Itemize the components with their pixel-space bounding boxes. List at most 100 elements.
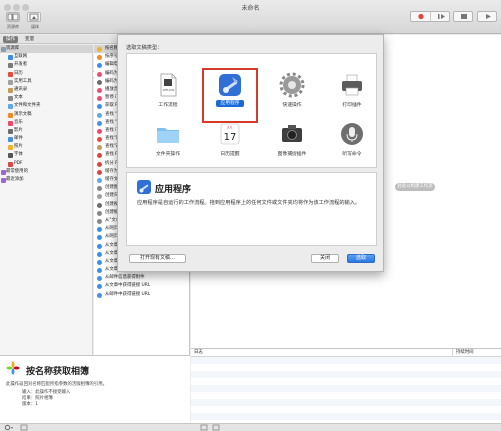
tab-variables[interactable]: 变量	[22, 36, 37, 43]
sidebar-item-category[interactable]: 音乐	[0, 119, 92, 127]
action-list-item[interactable]: 从文章中获得链接 URL	[94, 282, 189, 290]
stop-icon	[461, 14, 467, 19]
action-icon	[97, 227, 102, 233]
sidebar-item-category[interactable]: 文件和文件夹	[0, 102, 92, 110]
action-icon	[97, 71, 102, 77]
workflow-doc-icon: WFLOW	[160, 73, 177, 97]
application-icon	[137, 180, 151, 194]
action-list-item[interactable]: 从邮件中获得链接 URL	[94, 291, 189, 299]
action-icon	[97, 202, 102, 208]
action-icon	[97, 47, 102, 52]
sidebar-item-category[interactable]: 最常使用的	[0, 168, 92, 176]
category-label: 照片	[14, 144, 23, 150]
tab-actions[interactable]: 操作	[3, 36, 19, 43]
sidebar-item-category[interactable]: 日历	[0, 70, 92, 78]
type-dictation-command[interactable]: 听写命令	[326, 117, 378, 169]
action-icon	[97, 178, 102, 183]
category-label: 影片	[14, 127, 23, 133]
info-toggle-icon[interactable]	[20, 424, 28, 431]
log-column-header[interactable]: 日志	[194, 349, 203, 357]
action-list-item[interactable]: 从邮件信息获得附件	[94, 274, 189, 282]
action-icon	[97, 96, 102, 102]
media-button[interactable]	[27, 12, 41, 22]
category-icon	[8, 104, 13, 110]
action-label: 从文章中获得链接 URL	[105, 283, 151, 289]
library-toggle-button[interactable]	[6, 12, 20, 22]
printer-icon	[342, 74, 362, 96]
sidebar-item-category[interactable]: 演示文稿	[0, 111, 92, 119]
open-existing-button[interactable]: 打开现有文稿…	[129, 254, 186, 263]
type-label: 文件夹操作	[156, 152, 180, 157]
sidebar-item-category[interactable]: 资源库	[0, 45, 92, 54]
category-label: 最常使用的	[6, 168, 28, 174]
category-icon	[8, 71, 13, 77]
document-type-sheet: 选取文稿类型： WFLOW 工作流程 应用程序 快速操作 打印插件 文件夹操作 …	[117, 34, 384, 272]
type-label: 听写命令	[342, 152, 362, 157]
record-button[interactable]	[411, 12, 431, 21]
action-icon	[97, 120, 102, 126]
sidebar-item-category[interactable]: 照片	[0, 143, 92, 151]
category-label: 资源库	[6, 46, 20, 51]
sidebar-item-category[interactable]: 最近添加	[0, 176, 92, 184]
sidebar-item-category[interactable]: 影片	[0, 127, 92, 135]
close-button[interactable]: 关闭	[311, 254, 339, 263]
sidebar-item-category[interactable]: 字体	[0, 151, 92, 159]
media-toolbar-label: 媒体	[31, 24, 39, 29]
action-icon	[97, 128, 102, 134]
category-icon	[8, 120, 13, 126]
sheet-prompt: 选取文稿类型：	[126, 45, 163, 51]
sidebar-item-category[interactable]: 文本	[0, 94, 92, 102]
type-workflow[interactable]: WFLOW 工作流程	[142, 68, 194, 120]
type-quick-action[interactable]: 快速操作	[266, 68, 318, 120]
category-icon	[8, 55, 13, 61]
category-label: PDF	[14, 160, 23, 166]
category-label: 开发者	[14, 62, 28, 68]
type-label: 图像捕捉插件	[277, 152, 307, 157]
type-folder-action[interactable]: 文件夹操作	[142, 117, 194, 169]
category-label: 通讯录	[14, 86, 28, 92]
category-label: 文件和文件夹	[14, 103, 41, 109]
choose-button[interactable]: 选取	[347, 254, 375, 263]
type-print-plugin[interactable]: 打印插件	[326, 68, 378, 120]
sidebar-item-category[interactable]: 通讯录	[0, 86, 92, 94]
action-icon	[97, 161, 102, 167]
category-icon	[8, 137, 13, 143]
selected-type-description: 应用程序是自运行的工作流程。拖到应用程序上的任何文件或文件夹均将作为该工作流程的…	[137, 200, 361, 206]
type-image-capture[interactable]: 图像捕捉插件	[266, 117, 318, 169]
category-icon	[8, 87, 13, 93]
variables-toggle-icon[interactable]	[212, 424, 220, 431]
run-icon	[486, 14, 491, 19]
action-icon	[97, 243, 102, 249]
sidebar-item-category[interactable]: 互联网	[0, 53, 92, 61]
workflow-doc-text: WFLOW	[163, 88, 175, 92]
gear-menu-icon[interactable]	[4, 424, 14, 431]
log-toggle-icon[interactable]	[200, 424, 208, 431]
category-icon	[8, 128, 13, 134]
category-label: 字体	[14, 152, 23, 158]
run-button[interactable]	[477, 11, 497, 22]
action-icon	[97, 145, 102, 151]
media-icon	[29, 13, 39, 21]
info-value: 1	[35, 402, 38, 407]
type-calendar-alarm[interactable]: JUL 17 日历提醒	[204, 117, 256, 169]
folder-icon	[157, 128, 179, 143]
sidebar-item-category[interactable]: 开发者	[0, 61, 92, 69]
sidebar-item-category[interactable]: 实用工具	[0, 78, 92, 86]
duration-column-header[interactable]: 持续时间	[456, 349, 474, 357]
quick-action-gear-icon	[279, 72, 305, 98]
action-icon	[97, 251, 102, 257]
category-icon	[8, 112, 13, 118]
category-icon	[1, 47, 6, 52]
action-label: 从邮件信息获得附件	[105, 275, 145, 281]
category-icon	[8, 63, 13, 69]
stop-button[interactable]	[453, 11, 473, 22]
sidebar-item-category[interactable]: PDF	[0, 160, 92, 168]
action-icon	[97, 137, 102, 143]
category-icon	[1, 178, 6, 183]
category-icon	[8, 96, 13, 102]
sidebar-item-category[interactable]: 邮件	[0, 135, 92, 143]
step-button[interactable]	[431, 12, 451, 21]
action-info-title: 按名称获取相簿	[26, 367, 90, 377]
action-icon	[97, 79, 102, 85]
log-header: 日志 持续时间	[191, 349, 501, 357]
